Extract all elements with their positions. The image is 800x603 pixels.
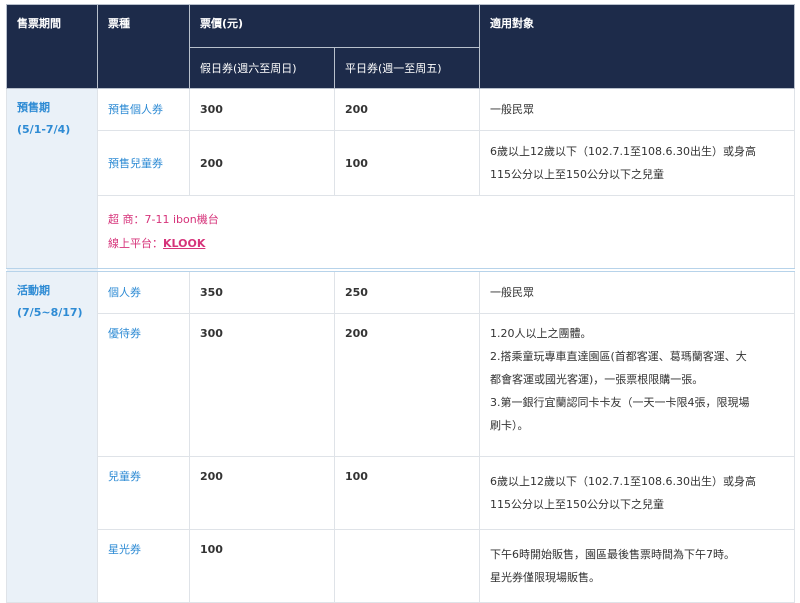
period-event: 活動期 (7/5~8/17) (6, 268, 98, 603)
audience-line: 6歲以上12歲以下（102.7.1至108.6.30出生）或身高 (490, 475, 756, 488)
audience: 6歲以上12歲以下（102.7.1至108.6.30出生）或身高 115公分以上… (479, 130, 795, 196)
ticket-name: 預售個人券 (97, 88, 190, 131)
price-weekday: 250 (334, 268, 480, 314)
audience-line: 刷卡）。 (490, 419, 529, 432)
audience-line: 3.第一銀行宜蘭認同卡卡友（一天一卡限4張，限現場 (490, 396, 750, 409)
price-holiday: 200 (189, 130, 335, 196)
ticket-name: 星光券 (97, 529, 190, 603)
price-holiday: 350 (189, 268, 335, 314)
channel-online: 線上平台：KLOOK (108, 232, 784, 256)
audience-line: 下午6時開始販售，園區最後售票時間為下午7時。 (490, 548, 735, 561)
period-event-name: 活動期 (17, 284, 50, 297)
ticket-name: 優待券 (97, 313, 190, 457)
price-holiday: 100 (189, 529, 335, 603)
audience-line: 星光券僅限現場販售。 (490, 571, 600, 584)
audience-line: 2.搭乘童玩專車直達園區(首都客運、葛瑪蘭客運、大 (490, 350, 747, 363)
channel-online-label: 線上平台： (108, 237, 163, 250)
price-holiday: 300 (189, 88, 335, 131)
audience-line: 115公分以上至150公分以下之兒童 (490, 498, 664, 511)
price-weekday: 200 (334, 313, 480, 457)
audience-line: 115公分以上至150公分以下之兒童 (490, 168, 664, 181)
ticket-name: 個人券 (97, 268, 190, 314)
header-price: 票價(元) (189, 4, 480, 48)
presale-sales-channels: 超 商：7-11 ibon機台 線上平台：KLOOK (97, 195, 795, 271)
page: 售票期間 票種 票價(元) 適用對象 假日券(週六至周日) 平日券(週一至周五)… (0, 0, 800, 603)
audience-line: 6歲以上12歲以下（102.7.1至108.6.30出生）或身高 (490, 145, 756, 158)
price-weekday: 100 (334, 456, 480, 530)
audience: 6歲以上12歲以下（102.7.1至108.6.30出生）或身高 115公分以上… (479, 456, 795, 530)
header-weekday: 平日券(週一至周五) (334, 47, 480, 89)
header-audience: 適用對象 (479, 4, 795, 89)
price-holiday: 300 (189, 313, 335, 457)
period-presale-dates: (5/1-7/4) (17, 123, 71, 136)
audience: 下午6時開始販售，園區最後售票時間為下午7時。 星光券僅限現場販售。 (479, 529, 795, 603)
audience-line: 一般民眾 (490, 286, 534, 299)
period-presale-name: 預售期 (17, 101, 50, 114)
header-holiday: 假日券(週六至周日) (189, 47, 335, 89)
audience: 1.20人以上之團體。 2.搭乘童玩專車直達園區(首都客運、葛瑪蘭客運、大 都會… (479, 313, 795, 457)
audience-line: 1.20人以上之團體。 (490, 327, 592, 340)
price-weekday: 200 (334, 88, 480, 131)
audience-line: 都會客運或國光客運)，一張票根限購一張。 (490, 373, 704, 386)
price-weekday: 100 (334, 130, 480, 196)
ticket-price-table: 售票期間 票種 票價(元) 適用對象 假日券(週六至周日) 平日券(週一至周五)… (6, 4, 795, 603)
audience: 一般民眾 (479, 88, 795, 131)
ticket-name: 預售兒童券 (97, 130, 190, 196)
ticket-name: 兒童券 (97, 456, 190, 530)
price-weekday (334, 529, 480, 603)
klook-link[interactable]: KLOOK (163, 237, 205, 250)
channel-store: 超 商：7-11 ibon機台 (108, 213, 219, 226)
header-period: 售票期間 (6, 4, 98, 89)
header-ticket-type: 票種 (97, 4, 190, 89)
period-event-dates: (7/5~8/17) (17, 306, 83, 319)
price-holiday: 200 (189, 456, 335, 530)
audience-line: 一般民眾 (490, 103, 534, 116)
audience: 一般民眾 (479, 268, 795, 314)
period-presale: 預售期 (5/1-7/4) (6, 88, 98, 271)
